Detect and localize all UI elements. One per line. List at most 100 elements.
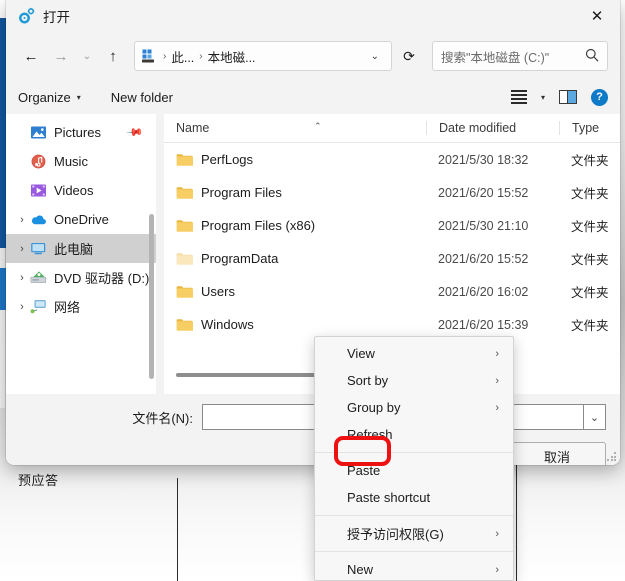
breadcrumb-item-0[interactable]: 此... xyxy=(171,47,194,66)
sidebar-item-pictures[interactable]: ›Pictures📌 xyxy=(6,118,156,147)
menu-separator xyxy=(315,452,513,453)
menu-item-paste-shortcut[interactable]: Paste shortcut xyxy=(315,484,513,511)
pictures-icon xyxy=(30,125,47,141)
chevron-down-icon[interactable]: ⌄ xyxy=(363,51,387,62)
pin-icon[interactable]: 📌 xyxy=(126,123,145,142)
column-header-name[interactable]: Name ⌃ xyxy=(164,121,426,135)
file-row[interactable]: Program Files2021/6/20 15:52文件夹 xyxy=(164,176,620,209)
chevron-down-icon: ▾ xyxy=(77,93,81,102)
file-date-cell: 2021/6/20 15:52 xyxy=(426,186,559,200)
cancel-button[interactable]: 取消 xyxy=(508,442,606,465)
search-box[interactable]: 搜索"本地磁盘 (C:)" xyxy=(432,41,608,71)
file-name-cell[interactable]: Program Files xyxy=(164,185,426,200)
sidebar-item-label: DVD 驱动器 (D:) xyxy=(54,268,149,287)
title-bar: 打开 ✕ xyxy=(6,0,620,32)
file-type-cell: 文件夹 xyxy=(559,150,620,169)
sidebar-item-music[interactable]: ›Music xyxy=(6,147,156,176)
file-name-label: PerfLogs xyxy=(201,152,253,167)
window-title: 打开 xyxy=(43,6,70,26)
chevron-right-icon[interactable]: › xyxy=(14,243,30,255)
file-type-cell: 文件夹 xyxy=(559,282,620,301)
file-name-cell[interactable]: Windows xyxy=(164,317,426,332)
menu-item-sort-by[interactable]: Sort by › xyxy=(315,367,513,394)
folder-icon xyxy=(176,219,193,233)
menu-separator xyxy=(315,551,513,552)
up-button[interactable]: ↑ xyxy=(98,41,128,71)
sidebar-item-label: Music xyxy=(54,154,88,169)
chevron-right-icon[interactable]: › xyxy=(14,272,30,284)
sidebar-item-label: Videos xyxy=(54,183,94,198)
menu-item-label: 授予访问权限(G) xyxy=(347,524,444,543)
view-options-caret-icon[interactable]: ▾ xyxy=(541,93,545,102)
recent-locations-button[interactable]: ⌄ xyxy=(76,41,98,71)
file-date-cell: 2021/6/20 15:39 xyxy=(426,318,559,332)
context-menu: View›Sort by›Group by›RefreshPastePaste … xyxy=(314,336,514,581)
sidebar-item-label: OneDrive xyxy=(54,212,109,227)
network-icon xyxy=(30,299,47,315)
chevron-right-icon[interactable]: › xyxy=(14,301,30,313)
sort-ascending-icon: ⌃ xyxy=(314,121,322,132)
open-file-dialog: 打开 ✕ ← → ⌄ ↑ › 此... › 本地磁... ⌄ ⟳ xyxy=(6,0,620,465)
forward-button[interactable]: → xyxy=(46,41,76,71)
preview-pane-icon[interactable] xyxy=(559,90,577,104)
menu-item-g[interactable]: 授予访问权限(G)› xyxy=(315,520,513,547)
menu-item-label: Sort by xyxy=(347,373,388,388)
file-name-cell[interactable]: Program Files (x86) xyxy=(164,218,426,233)
navigation-bar: ← → ⌄ ↑ › 此... › 本地磁... ⌄ ⟳ 搜索"本地磁盘 (C:)… xyxy=(6,32,620,80)
menu-item-new[interactable]: New› xyxy=(315,556,513,581)
background-vertical-rule-left xyxy=(177,478,178,581)
column-header-type[interactable]: Type xyxy=(559,121,620,135)
new-folder-button[interactable]: New folder xyxy=(111,90,173,105)
filename-dropdown-button[interactable]: ⌄ xyxy=(584,404,606,430)
sidebar-item-label: 此电脑 xyxy=(54,239,93,258)
refresh-button[interactable]: ⟳ xyxy=(394,41,424,71)
breadcrumb-separator-2: › xyxy=(199,51,202,62)
sidebar-item-onedrive[interactable]: › OneDrive xyxy=(6,205,156,234)
menu-item-paste[interactable]: Paste xyxy=(315,457,513,484)
menu-item-view[interactable]: View› xyxy=(315,340,513,367)
breadcrumb-separator-1: › xyxy=(163,51,166,62)
address-bar[interactable]: › 此... › 本地磁... ⌄ xyxy=(134,41,392,71)
menu-item-label: Paste xyxy=(347,463,380,478)
file-row[interactable]: ProgramData2021/6/20 15:52文件夹 xyxy=(164,242,620,275)
folder-icon xyxy=(176,285,193,299)
this-pc-breadcrumb-icon xyxy=(142,49,158,63)
file-name-cell[interactable]: PerfLogs xyxy=(164,152,426,167)
sidebar-item-dvd-d[interactable]: › DVD 驱动器 (D:) xyxy=(6,263,156,292)
dialog-buttons: 取消 xyxy=(508,442,606,465)
sidebar-item-videos[interactable]: ›Videos xyxy=(6,176,156,205)
file-row[interactable]: Program Files (x86)2021/5/30 21:10文件夹 xyxy=(164,209,620,242)
search-icon xyxy=(585,48,599,65)
file-name-cell[interactable]: ProgramData xyxy=(164,251,426,266)
organize-label: Organize xyxy=(18,90,71,105)
close-button[interactable]: ✕ xyxy=(574,0,620,32)
sidebar-item-label: 网络 xyxy=(54,297,80,316)
menu-item-label: View xyxy=(347,346,375,361)
organize-button[interactable]: Organize ▾ xyxy=(18,90,81,105)
file-date-cell: 2021/6/20 15:52 xyxy=(426,252,559,266)
view-list-icon[interactable] xyxy=(511,88,527,107)
file-name-cell[interactable]: Users xyxy=(164,284,426,299)
background-label: 预应答 xyxy=(18,470,59,489)
dvd-drive-icon xyxy=(30,270,47,286)
back-button[interactable]: ← xyxy=(16,41,46,71)
toolbar: Organize ▾ New folder ▾ ? xyxy=(6,80,620,114)
chevron-right-icon[interactable]: › xyxy=(14,214,30,226)
menu-item-group-by[interactable]: Group by› xyxy=(315,394,513,421)
sidebar-item-[interactable]: › 网络 xyxy=(6,292,156,321)
file-row[interactable]: Users2021/6/20 16:02文件夹 xyxy=(164,275,620,308)
breadcrumb-item-1[interactable]: 本地磁... xyxy=(208,47,256,66)
chevron-right-icon: › xyxy=(495,402,499,414)
menu-item-refresh[interactable]: Refresh xyxy=(315,421,513,448)
search-input[interactable]: 搜索"本地磁盘 (C:)" xyxy=(441,47,585,66)
music-icon xyxy=(30,154,47,170)
help-icon[interactable]: ? xyxy=(591,89,608,106)
onedrive-icon xyxy=(30,212,47,228)
file-type-cell: 文件夹 xyxy=(559,249,620,268)
column-header-date[interactable]: Date modified xyxy=(426,121,559,135)
resize-grip[interactable] xyxy=(607,452,617,462)
sidebar-item-[interactable]: › 此电脑 xyxy=(6,234,156,263)
sidebar-scrollbar[interactable] xyxy=(149,214,154,379)
file-row[interactable]: PerfLogs2021/5/30 18:32文件夹 xyxy=(164,143,620,176)
chevron-right-icon: › xyxy=(495,375,499,387)
